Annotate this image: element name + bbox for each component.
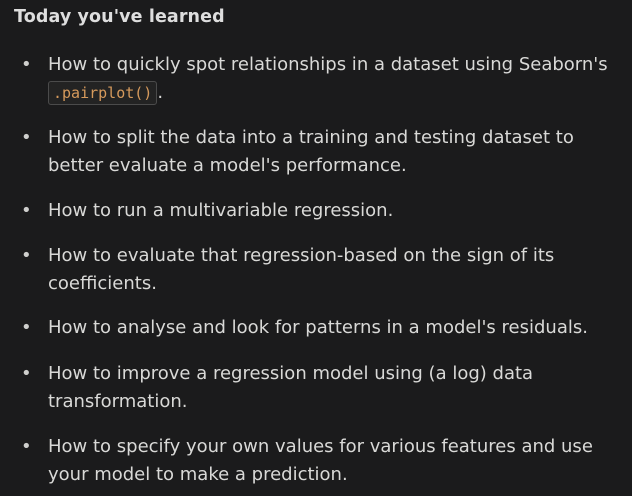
list-item-text: How to specify your own values for vario… [48,436,593,485]
bullet-icon: • [21,317,32,338]
list-item-text: How to analyse and look for patterns in … [48,317,588,338]
list-item-text: How to evaluate that regression-based on… [48,245,555,294]
bullet-icon: • [21,363,32,384]
bullet-icon: • [21,200,32,221]
list-item-text: How to quickly spot relationships in a d… [48,54,608,75]
inline-code: .pairplot() [48,81,158,105]
list-item-text: How to run a multivariable regression. [48,200,394,221]
list-item: • How to evaluate that regression-based … [21,242,623,298]
list-item: • How to quickly spot relationships in a… [21,51,623,107]
bullet-icon: • [21,245,32,266]
list-item: • How to analyse and look for patterns i… [21,314,623,342]
list-item: • How to specify your own values for var… [21,433,623,489]
list-item: • How to improve a regression model usin… [21,360,623,416]
list-item-text: How to split the data into a training an… [48,127,574,176]
list-item: • How to split the data into a training … [21,124,623,180]
list-item-text: How to improve a regression model using … [48,363,534,412]
bullet-icon: • [21,127,32,148]
bullet-icon: • [21,54,32,75]
section-title: Today you've learned [14,7,225,27]
list-item-suffix: . [157,82,164,103]
list-item: • How to run a multivariable regression. [21,197,623,225]
bullet-icon: • [21,436,32,457]
